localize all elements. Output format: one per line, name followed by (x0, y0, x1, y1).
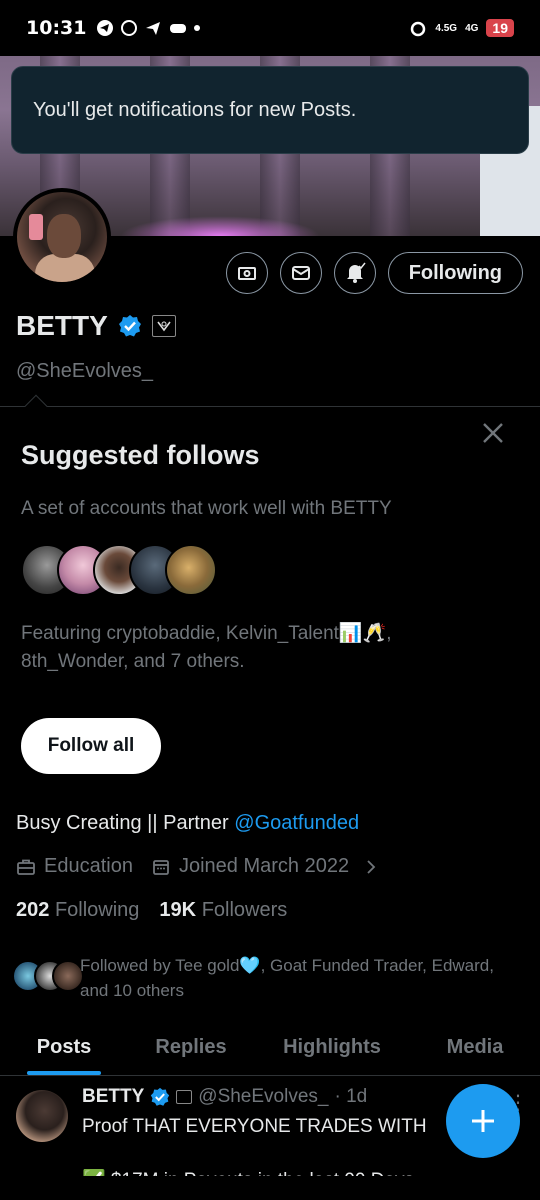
battery-indicator: 19 (486, 19, 514, 37)
profile-avatar[interactable] (13, 188, 111, 286)
suggested-follows-title: Suggested follows (21, 440, 260, 470)
suggested-avatars[interactable] (21, 544, 221, 596)
suggested-avatar (165, 544, 217, 596)
envelope-icon (291, 266, 310, 280)
alarm-icon (411, 21, 426, 37)
notifications-button[interactable] (333, 252, 376, 294)
telegram-icon (97, 20, 114, 36)
bio-text: Busy Creating || Partner (16, 812, 235, 834)
post-text-continued: ✅ $17M in Payouts in the last 90 Days (82, 1170, 415, 1191)
profile-bio: Busy Creating || Partner @Goatfunded (16, 812, 359, 835)
close-icon[interactable] (478, 418, 508, 448)
whatsapp-icon (121, 20, 138, 36)
subscribe-button[interactable] (225, 252, 268, 294)
post-time: · 1d (334, 1086, 368, 1107)
followers-stat[interactable]: 19K Followers (159, 899, 287, 922)
tab-posts[interactable]: Posts (0, 1020, 128, 1075)
calendar-icon (153, 859, 169, 875)
network-label-2: 4G (465, 22, 479, 34)
profile-name: BETTY (16, 310, 108, 341)
profile-stats: 202 Following 19K Followers (16, 899, 287, 922)
profile-name-row: BETTY (16, 310, 176, 342)
tab-highlights[interactable]: Highlights (254, 1020, 410, 1075)
bio-mention-link[interactable]: @Goatfunded (234, 812, 359, 834)
profile-meta: Education Joined March 2022 (16, 855, 381, 878)
profile-joined-date: Joined March 2022 (178, 855, 350, 877)
followed-by-avatars[interactable] (12, 960, 84, 992)
follow-all-button[interactable]: Follow all (21, 718, 161, 774)
active-tab-indicator (27, 1071, 101, 1075)
money-icon (237, 267, 256, 280)
profile-tabs: Posts Replies Highlights Media (0, 1020, 540, 1076)
suggestion-caret (24, 394, 48, 418)
affiliate-badge-icon (176, 1090, 193, 1104)
verified-badge-icon[interactable] (118, 314, 142, 338)
briefcase-icon (17, 859, 35, 875)
toast-message: You'll get notifications for new Posts. (33, 98, 357, 121)
profile-category: Education (44, 855, 133, 877)
post-author-handle[interactable]: @SheEvolves_ (198, 1086, 328, 1108)
game-icon (170, 24, 187, 33)
following-stat[interactable]: 202 Following (16, 899, 139, 922)
affiliate-badge-icon[interactable] (151, 315, 176, 337)
profile-actions: Following (225, 252, 523, 294)
status-bar: 10:31 4.5G 4G 19 (0, 0, 540, 56)
post-header: BETTY @SheEvolves_ · 1d (82, 1086, 367, 1108)
status-time: 10:31 (26, 17, 87, 39)
suggested-follows-subtitle: A set of accounts that work well with BE… (21, 498, 392, 519)
followed-by-text[interactable]: Followed by Tee gold🩵, Goat Funded Trade… (80, 953, 520, 1003)
post-author-name[interactable]: BETTY (82, 1086, 144, 1108)
send-icon (146, 22, 161, 35)
following-button[interactable]: Following (387, 252, 523, 294)
compose-post-button[interactable] (446, 1084, 520, 1158)
profile-handle: @SheEvolves_ (16, 360, 154, 382)
tab-replies[interactable]: Replies (128, 1020, 254, 1075)
status-system-icons: 4.5G 4G 19 (409, 19, 514, 37)
tab-media[interactable]: Media (410, 1020, 540, 1075)
message-button[interactable] (279, 252, 322, 294)
network-label-1: 4.5G (435, 22, 458, 34)
suggested-featuring-text: Featuring cryptobaddie, Kelvin_Talent📊🥂,… (21, 623, 392, 672)
plus-icon (472, 1110, 494, 1132)
chevron-right-icon[interactable] (361, 857, 381, 877)
more-notifications-dot (194, 25, 201, 31)
post-avatar[interactable] (16, 1090, 68, 1142)
verified-badge-icon (151, 1087, 170, 1106)
divider (0, 406, 540, 407)
bell-check-icon (346, 262, 366, 283)
notification-toast: You'll get notifications for new Posts. (11, 66, 529, 154)
status-notification-icons (96, 19, 201, 37)
